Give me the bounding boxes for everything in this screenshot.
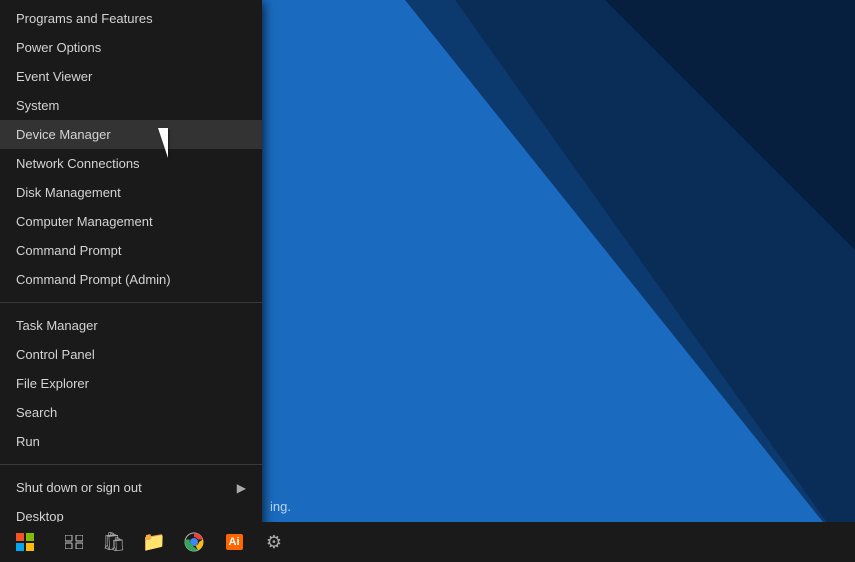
menu-item-file-explorer[interactable]: File Explorer <box>0 369 262 398</box>
menu-item-system[interactable]: System <box>0 91 262 120</box>
shutdown-arrow-icon: ▶ <box>237 481 246 495</box>
task-view-button[interactable] <box>54 522 94 562</box>
start-button[interactable] <box>0 522 50 562</box>
menu-item-device-manager[interactable]: Device Manager <box>0 120 262 149</box>
store-button[interactable]: 🛍 <box>94 522 134 562</box>
settings-button[interactable]: ⚙ <box>254 522 294 562</box>
menu-item-power-options[interactable]: Power Options <box>0 33 262 62</box>
menu-item-shutdown[interactable]: Shut down or sign out ▶ <box>0 473 262 502</box>
ai-icon-label: Ai <box>226 534 243 550</box>
desktop-taskbar-text: ing. <box>270 499 291 514</box>
menu-section-bottom: Task Manager Control Panel File Explorer… <box>0 307 262 460</box>
menu-divider-2 <box>0 464 262 465</box>
chrome-button[interactable] <box>174 522 214 562</box>
menu-item-search[interactable]: Search <box>0 398 262 427</box>
taskbar: 🛍 📁 Ai ⚙ <box>0 522 855 562</box>
menu-item-event-viewer[interactable]: Event Viewer <box>0 62 262 91</box>
menu-divider-1 <box>0 302 262 303</box>
illustrator-button[interactable]: Ai <box>214 522 254 562</box>
menu-item-run[interactable]: Run <box>0 427 262 456</box>
menu-item-disk-management[interactable]: Disk Management <box>0 178 262 207</box>
menu-section-top: Programs and Features Power Options Even… <box>0 0 262 298</box>
winx-menu: Programs and Features Power Options Even… <box>0 0 262 535</box>
folder-button[interactable]: 📁 <box>134 522 174 562</box>
menu-item-command-prompt-admin[interactable]: Command Prompt (Admin) <box>0 265 262 294</box>
menu-item-computer-management[interactable]: Computer Management <box>0 207 262 236</box>
menu-item-task-manager[interactable]: Task Manager <box>0 311 262 340</box>
menu-item-command-prompt[interactable]: Command Prompt <box>0 236 262 265</box>
menu-item-network-connections[interactable]: Network Connections <box>0 149 262 178</box>
taskbar-app-icons: 🛍 📁 Ai ⚙ <box>54 522 304 562</box>
menu-item-programs-features[interactable]: Programs and Features <box>0 4 262 33</box>
menu-item-control-panel[interactable]: Control Panel <box>0 340 262 369</box>
windows-logo-icon <box>16 533 34 551</box>
